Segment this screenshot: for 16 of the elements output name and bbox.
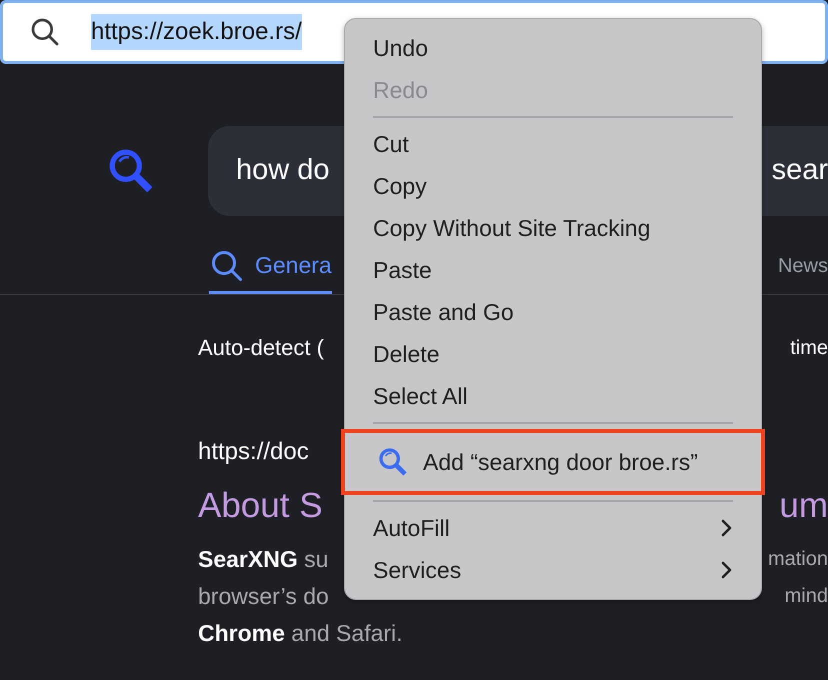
- query-text: how do: [236, 153, 330, 188]
- snippet-text: mation: [768, 546, 828, 572]
- menu-item-label: Add “searxng door broe.rs”: [423, 448, 698, 477]
- snippet-text: SearXNG su: [198, 544, 328, 574]
- result-title: um: [779, 485, 828, 527]
- menu-item-label: Services: [373, 556, 462, 585]
- snippet-text: browser’s do: [198, 582, 329, 610]
- query-text: sear: [772, 153, 828, 188]
- result-url: https://doc: [198, 437, 309, 467]
- snippet-text: mind: [784, 584, 828, 608]
- url-text: https://zoek.broe.rs/: [91, 14, 302, 50]
- menu-item-label: AutoFill: [373, 514, 450, 543]
- snippet-text: Chrome and Safari.: [198, 618, 403, 648]
- result-title: About S: [198, 485, 323, 527]
- filter-text: Auto-detect (: [198, 334, 324, 362]
- filter-text: time: [790, 336, 828, 360]
